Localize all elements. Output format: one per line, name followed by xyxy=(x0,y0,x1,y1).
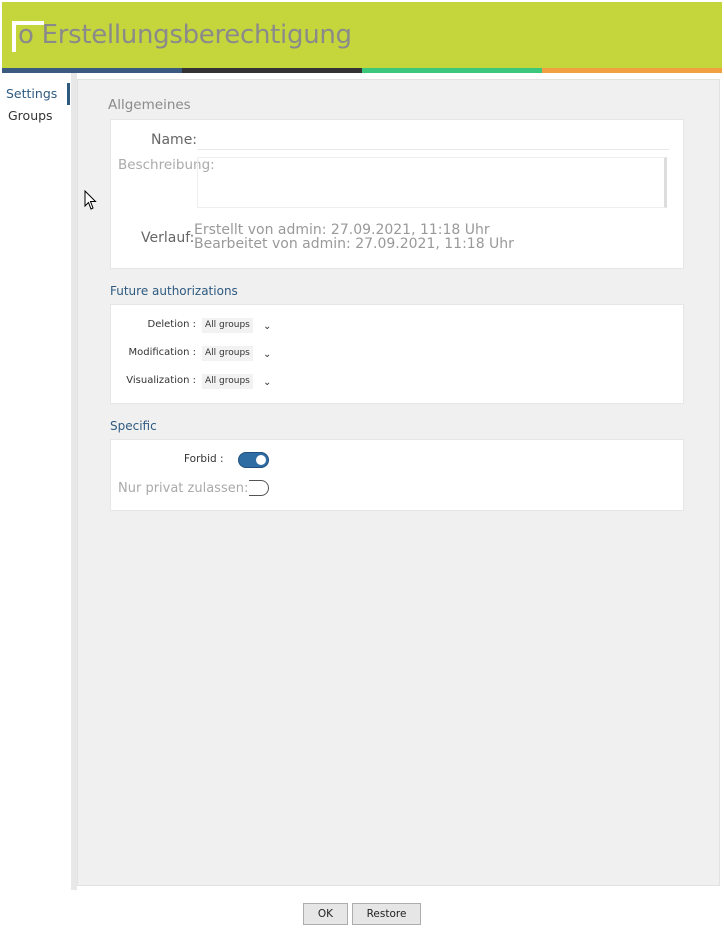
toggle-knob xyxy=(256,455,266,465)
sidebar-item-settings[interactable]: Settings xyxy=(2,83,70,105)
history-label: Verlauf: xyxy=(141,230,195,246)
created-info: Erstellt von admin: 27.09.2021, 11:18 Uh… xyxy=(194,222,490,238)
accent-stripe-3 xyxy=(362,68,542,73)
edited-info: Bearbeitet von admin: 27.09.2021, 11:18 … xyxy=(194,236,514,252)
specific-panel xyxy=(110,439,684,511)
deletion-select[interactable]: All groups xyxy=(202,318,253,333)
chevron-down-icon[interactable]: ⌄ xyxy=(263,347,271,362)
visualization-label: Visualization : xyxy=(126,375,196,386)
chevron-down-icon[interactable]: ⌄ xyxy=(263,375,271,390)
deletion-label: Deletion : xyxy=(147,319,197,330)
sidebar-item-groups[interactable]: Groups xyxy=(2,105,70,127)
section-heading-future-authorizations: Future authorizations xyxy=(110,284,238,298)
visualization-select[interactable]: All groups xyxy=(202,374,253,389)
private-only-label: Nur privat zulassen: xyxy=(118,481,249,496)
restore-button[interactable]: Restore xyxy=(352,903,421,925)
modification-select[interactable]: All groups xyxy=(202,346,253,361)
accent-stripe-2 xyxy=(182,68,362,73)
section-heading-specific: Specific xyxy=(110,419,157,433)
forbid-toggle[interactable] xyxy=(238,452,269,468)
private-only-toggle[interactable] xyxy=(249,480,269,496)
ok-button[interactable]: OK xyxy=(303,903,348,925)
section-heading-general: Allgemeines xyxy=(108,97,191,113)
sidebar xyxy=(2,73,72,890)
description-textarea[interactable] xyxy=(197,157,667,208)
name-label: Name: xyxy=(151,132,198,148)
name-input[interactable] xyxy=(197,132,669,150)
mouse-cursor-icon xyxy=(84,190,97,210)
accent-stripe-4 xyxy=(542,68,722,73)
window-title: o Erstellungsberechtigung xyxy=(18,20,352,50)
modification-label: Modification : xyxy=(128,347,197,358)
chevron-down-icon[interactable]: ⌄ xyxy=(263,319,271,334)
future-authorizations-panel xyxy=(110,304,684,404)
forbid-label: Forbid : xyxy=(184,453,224,465)
